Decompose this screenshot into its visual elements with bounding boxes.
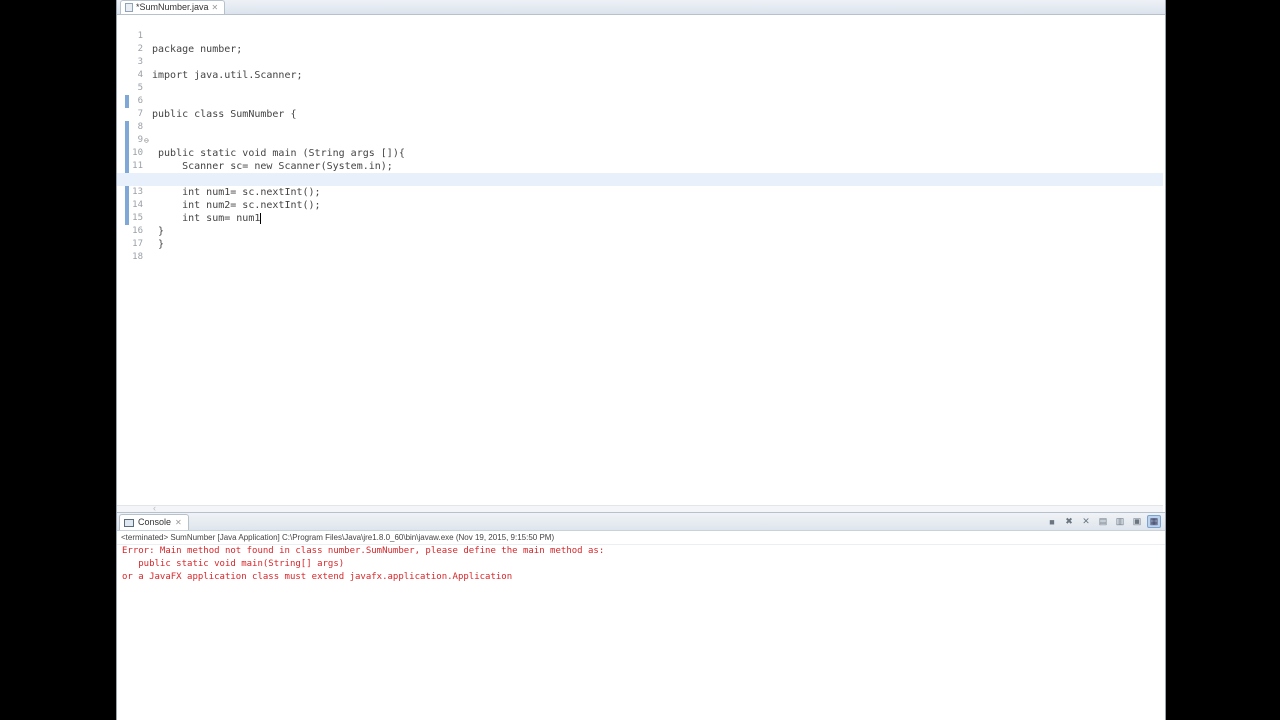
code-line: 9 Scanner sc= new Scanner(System.in); xyxy=(117,121,1163,172)
code-line: 8 xyxy=(117,108,1163,147)
clear-console-icon[interactable]: ✕ xyxy=(1079,515,1093,528)
console-status-line: <terminated> SumNumber [Java Application… xyxy=(117,531,1165,545)
code-line-current: 13 int sum= num1 xyxy=(117,173,1163,224)
pin-console-icon[interactable]: ▥ xyxy=(1113,515,1127,528)
line-number: 18 xyxy=(132,252,143,262)
code-line: 1 package number; xyxy=(117,17,1163,55)
ide-window: *SumNumber.java ✕ 1 package number; 2 3 … xyxy=(116,0,1166,720)
editor-tab-sumnumber[interactable]: *SumNumber.java ✕ xyxy=(120,0,226,14)
close-icon[interactable]: ✕ xyxy=(212,1,219,14)
code-editor[interactable]: 1 package number; 2 3 import java.util.S… xyxy=(117,15,1163,514)
code-line: 7 ⊖ public static void main (String args… xyxy=(117,95,1163,159)
scroll-lock-icon[interactable]: ▤ xyxy=(1096,515,1110,528)
code-line: 15 xyxy=(117,199,1163,223)
open-console-icon[interactable]: ▦ xyxy=(1147,515,1161,528)
console-toolbar: ■ ✖ ✕ ▤ ▥ ▣ ▦ xyxy=(1045,515,1161,528)
code-line: 4 xyxy=(117,56,1163,80)
editor-tab-label: *SumNumber.java xyxy=(136,2,209,12)
tab-console[interactable]: Console ✕ xyxy=(119,514,189,530)
code-area[interactable]: 1 package number; 2 3 import java.util.S… xyxy=(117,15,1163,505)
code-line: 5 xyxy=(117,69,1163,108)
code-line: 3 import java.util.Scanner; xyxy=(117,43,1163,81)
display-console-icon[interactable]: ▣ xyxy=(1130,515,1144,528)
editor-tab-bar: *SumNumber.java ✕ xyxy=(117,0,1165,15)
code-line: 6 public class SumNumber { xyxy=(117,82,1163,120)
remove-launch-icon[interactable]: ■ xyxy=(1045,515,1059,528)
code-line: 16 } xyxy=(117,212,1163,250)
code-line: 12 int num2= sc.nextInt(); xyxy=(117,160,1163,211)
code-line: 11 int num1= sc.nextInt(); xyxy=(117,147,1163,198)
code-line: 10 xyxy=(117,134,1163,173)
code-line: 17 xyxy=(117,225,1163,249)
console-icon xyxy=(124,518,134,527)
java-file-icon xyxy=(125,3,133,12)
console-output-line: or a JavaFX application class must exten… xyxy=(122,572,513,582)
console-output-line: public static void main(String[] args) xyxy=(122,559,345,569)
console-tab-label: Console xyxy=(138,517,172,527)
console-tab-bar: Console ✕ ■ ✖ ✕ ▤ ▥ ▣ ▦ xyxy=(117,512,1165,531)
console-output-line: Error: Main method not found in class nu… xyxy=(122,546,605,556)
remove-all-icon[interactable]: ✖ xyxy=(1062,515,1076,528)
console-output[interactable]: Error: Main method not found in class nu… xyxy=(117,545,1165,715)
code-line: 2 xyxy=(117,30,1163,54)
code-line: 18 xyxy=(117,238,1163,262)
close-icon[interactable]: ✕ xyxy=(175,515,182,530)
code-line: 14 } xyxy=(117,186,1163,237)
